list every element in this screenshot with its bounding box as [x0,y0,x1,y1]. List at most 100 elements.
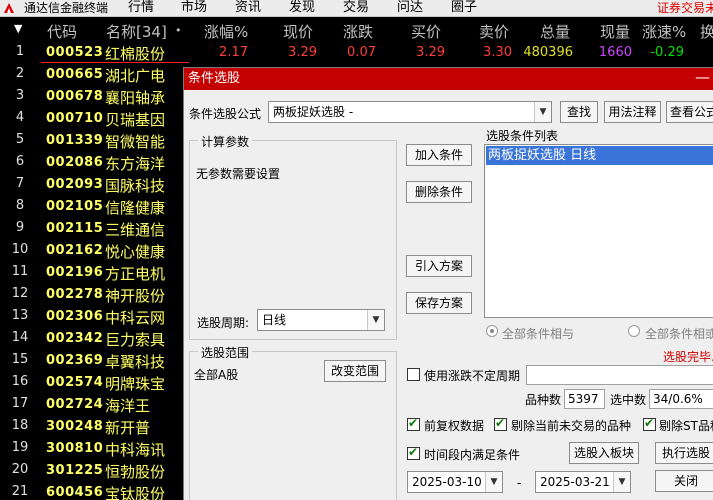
condition-list[interactable]: 两板捉妖选股 日线 [484,144,713,318]
ask-cell: 3.30 [483,45,512,60]
import-scheme-button[interactable]: 引入方案 [406,255,472,277]
row-index: 19 [11,440,29,455]
view-formula-button[interactable]: 查看公式 [666,101,713,123]
col-speed[interactable]: 涨速% [642,21,686,42]
sort-down-icon[interactable]: ▼ [14,22,22,35]
uncertain-period-label: 使用涨跌不定周期 [424,369,521,383]
menu-item-wenda[interactable]: 问达 [397,0,423,16]
execute-button[interactable]: 执行选股 [655,442,713,464]
time-range-label: 时间段内满足条件 [424,448,521,462]
col-change[interactable]: 涨跌 [343,21,373,42]
col-dot: • [175,24,182,37]
stock-code: 002086 [46,155,104,170]
col-turnover[interactable]: 换 [700,21,713,42]
col-price[interactable]: 现价 [283,21,313,42]
scope-value: 全部A股 [194,368,239,382]
exclude-untraded-label: 剔除当前未交易的品种 [511,419,632,433]
adjust-label: 前复权数据 [424,419,485,433]
col-ask[interactable]: 卖价 [479,21,509,42]
minimize-icon[interactable]: — [695,66,710,88]
uncertain-period-checkbox[interactable] [407,368,420,381]
menu-item-discover[interactable]: 发现 [289,0,315,16]
stock-code: 002115 [46,221,104,236]
find-button[interactable]: 查找 [560,101,598,123]
stock-name: 国脉科技 [105,177,166,195]
or-radio[interactable] [628,325,640,337]
and-radio[interactable] [486,325,498,337]
condition-list-item[interactable]: 两板捉妖选股 日线 [486,146,713,165]
stock-code: 001339 [46,133,104,148]
col-change-pct[interactable]: 涨幅% [204,21,248,42]
usage-notes-button[interactable]: 用法注释 [604,101,661,123]
chevron-down-icon[interactable]: ▼ [367,310,384,330]
formula-label: 条件选股公式 [189,107,262,121]
close-button[interactable]: 关闭 [655,470,713,492]
stock-code: 002278 [46,287,104,302]
dialog-title: 条件选股 [188,71,241,86]
row-index: 3 [15,88,25,103]
stock-name: 襄阳轴承 [105,89,166,107]
exclude-untraded-checkbox[interactable] [494,416,507,431]
stock-name: 神开股份 [105,287,166,305]
or-radio-label: 全部条件相或 [645,327,713,341]
stock-name: 巨力索具 [105,331,166,349]
date-separator: - [517,476,522,490]
stock-code: 000523 [46,45,104,60]
exclude-st-checkbox[interactable] [643,416,656,431]
stock-code: 002162 [46,243,104,258]
dialog-title-bar[interactable]: 条件选股 — [184,68,713,90]
stock-name: 海洋王 [105,397,151,415]
chevron-down-icon[interactable]: ▼ [613,472,630,492]
col-bid[interactable]: 买价 [411,21,441,42]
row-index: 6 [15,154,25,169]
delete-condition-button[interactable]: 删除条件 [406,181,472,203]
stock-code: 002105 [46,199,104,214]
stock-code: 002342 [46,331,104,346]
formula-select-value: 两板捉妖选股 - [273,105,354,119]
stock-name: 中科海讯 [105,441,166,459]
col-cur-volume[interactable]: 现量 [600,21,630,42]
top-menu-bar: 通达信金融终端 行情 市场 资讯 发现 交易 问达 圈子 证券交易未 [0,0,713,17]
stock-code: 002724 [46,397,104,412]
menu-item-news[interactable]: 资讯 [235,0,261,16]
menu-item-trade[interactable]: 交易 [343,0,369,16]
date-to-select[interactable]: 2025-03-21 ▼ [535,471,631,493]
stock-name: 恒勃股份 [105,463,166,481]
change-cell: 0.07 [347,45,376,60]
params-group: 计算参数 无参数需要设置 选股周期: 日线 ▼ [189,133,397,340]
bid-cell: 3.29 [416,45,445,60]
time-range-checkbox[interactable] [407,445,420,460]
add-condition-button[interactable]: 加入条件 [406,144,472,166]
menu-item-market[interactable]: 市场 [181,0,207,16]
stock-code: 002369 [46,353,104,368]
chevron-down-icon[interactable]: ▼ [485,472,502,492]
to-block-button[interactable]: 选股入板块 [569,442,639,464]
col-volume[interactable]: 总量 [540,21,570,42]
and-radio-label: 全部条件相与 [502,327,575,341]
date-from-select[interactable]: 2025-03-10 ▼ [407,471,503,493]
row-index: 2 [15,66,25,81]
period-select[interactable]: 日线 ▼ [257,309,385,331]
row-index: 12 [11,286,29,301]
selected-value: 34/0.6% [649,389,713,409]
stock-name: 智微智能 [105,133,166,151]
row-index: 8 [15,198,25,213]
change-scope-button[interactable]: 改变范围 [324,360,386,382]
save-scheme-button[interactable]: 保存方案 [406,292,472,314]
row-index: 18 [11,418,29,433]
col-name[interactable]: 名称[34] [106,21,167,42]
scope-group-title: 选股范围 [198,344,253,361]
menu-item-quotes[interactable]: 行情 [128,0,154,16]
trade-status-text: 证券交易未 [657,1,713,15]
chevron-down-icon[interactable]: ▼ [534,102,551,122]
table-row[interactable]: 1 000523 红棉股份 2.17 3.29 0.07 3.29 3.30 480396 166… [0,42,713,64]
uncertain-period-input[interactable] [526,365,713,385]
adjust-checkbox[interactable] [407,416,420,431]
stock-code: 300248 [46,419,104,434]
row-index: 15 [11,352,29,367]
row-index: 1 [15,44,25,59]
col-code[interactable]: 代码 [47,21,77,42]
change-pct-cell: 2.17 [219,45,248,60]
formula-select[interactable]: 两板捉妖选股 - ▼ [268,101,552,123]
menu-item-circle[interactable]: 圈子 [451,0,477,16]
